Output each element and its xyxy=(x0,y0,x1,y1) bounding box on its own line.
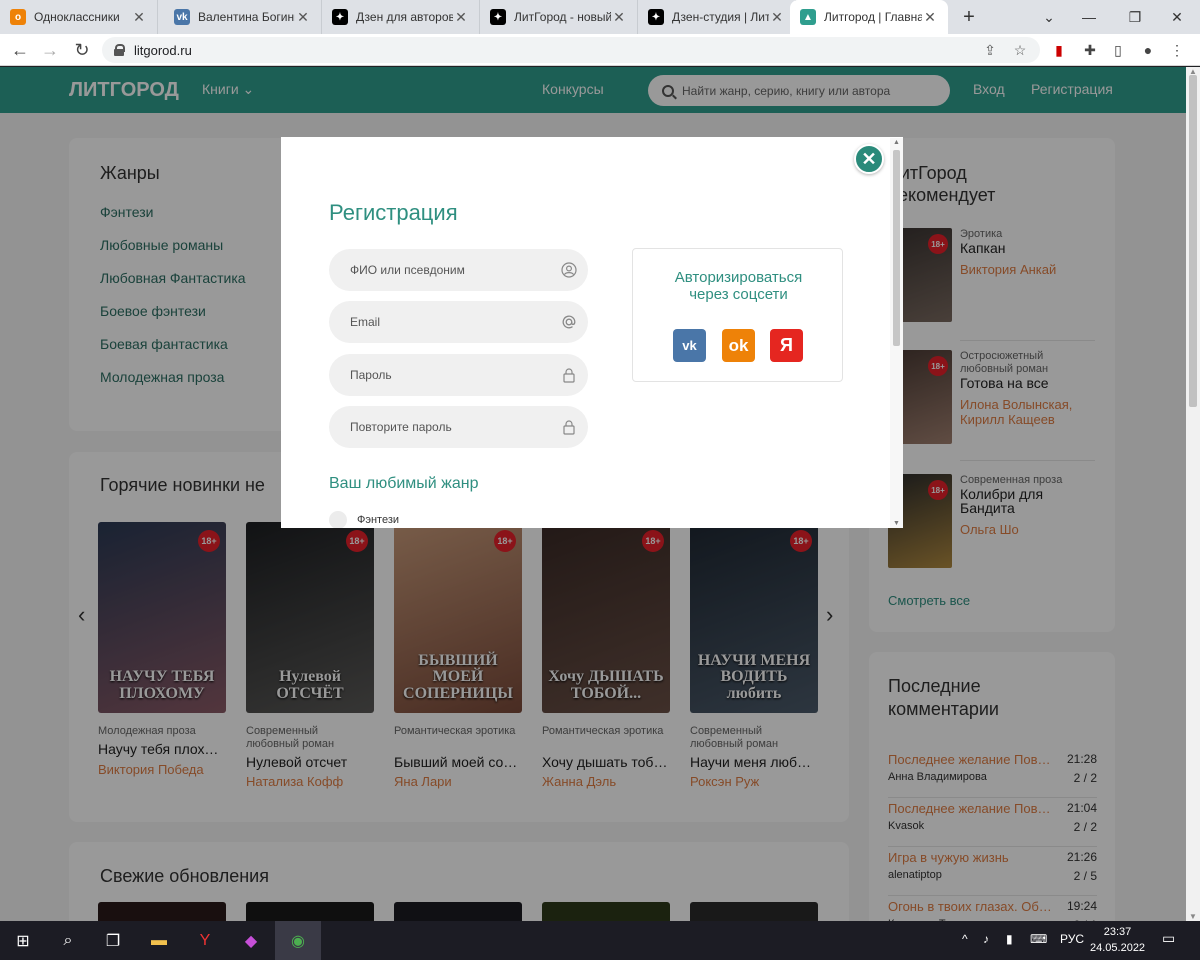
lock-icon xyxy=(563,368,575,383)
reload-icon[interactable]: ↻ xyxy=(69,37,95,63)
yandex-login-button[interactable]: Я xyxy=(770,329,803,362)
odnoklassniki-icon: о xyxy=(10,9,26,25)
windows-taskbar: ⊞ ⌕ ❐ ▬ Y ◆ ◉ ^ ♪ ▮ ⌨ РУС 23:37 24.05.20… xyxy=(0,921,1200,960)
scroll-down-icon[interactable]: ▼ xyxy=(893,520,900,527)
dzen-icon: ✦ xyxy=(490,9,506,25)
app-icon[interactable]: ◆ xyxy=(228,921,274,960)
lock-icon[interactable] xyxy=(114,44,125,56)
browser-menu-icon[interactable]: ⋮ xyxy=(1167,40,1187,60)
browser-tab-title: Дзен для авторов xyxy=(356,10,453,24)
name-input[interactable] xyxy=(350,263,540,277)
profile-avatar-icon[interactable]: ● xyxy=(1138,40,1158,60)
email-field[interactable] xyxy=(329,301,588,343)
clock[interactable]: 23:37 24.05.2022 xyxy=(1090,924,1145,956)
radio-button[interactable] xyxy=(329,511,347,528)
social-login-title: Авторизироваться через соцсети xyxy=(633,269,844,303)
close-tab-icon[interactable]: ✕ xyxy=(922,9,938,26)
modal-scrollbar-thumb[interactable] xyxy=(893,150,900,346)
bookmark-star-icon[interactable]: ☆ xyxy=(1010,40,1030,60)
browser-tab[interactable]: vk Валентина Богини ✕ xyxy=(164,0,322,34)
browser-tab-title: ЛитГород - новый xyxy=(514,10,611,24)
keyboard-icon[interactable]: ⌨ xyxy=(1030,932,1047,946)
lock-icon xyxy=(563,420,575,435)
genre-option-fantasy[interactable]: Фэнтези xyxy=(329,511,399,528)
at-sign-icon xyxy=(562,315,576,329)
close-tab-icon[interactable]: ✕ xyxy=(453,9,469,26)
restore-button[interactable]: ❐ xyxy=(1112,0,1158,34)
browser-tab-strip: о Одноклассники ✕ vk Валентина Богини ✕ ✦ Дзен … xyxy=(0,0,1200,34)
social-login-box: Авторизироваться через соцсети vk ok Я xyxy=(632,248,843,382)
repeat-password-field[interactable] xyxy=(329,406,588,448)
password-input[interactable] xyxy=(350,368,540,382)
browser-tab-title: Валентина Богини xyxy=(198,10,295,24)
litgorod-icon: ▲ xyxy=(800,9,816,25)
scroll-down-icon[interactable]: ▼ xyxy=(1189,912,1197,921)
page-scrollbar[interactable]: ▲ ▼ xyxy=(1186,67,1200,921)
file-explorer-icon[interactable]: ▬ xyxy=(136,921,182,960)
dzen-icon: ✦ xyxy=(648,9,664,25)
browser-tab[interactable]: ✦ ЛитГород - новый ✕ xyxy=(480,0,638,34)
extensions-puzzle-icon[interactable]: ✚ xyxy=(1080,40,1100,60)
scroll-up-icon[interactable]: ▲ xyxy=(893,139,900,146)
close-tab-icon[interactable]: ✕ xyxy=(131,9,147,26)
chrome-icon[interactable]: ◉ xyxy=(275,921,321,960)
repeat-password-input[interactable] xyxy=(350,420,540,434)
close-tab-icon[interactable]: ✕ xyxy=(611,9,627,26)
ok-login-button[interactable]: ok xyxy=(722,329,755,362)
language-indicator[interactable]: РУС xyxy=(1060,932,1084,946)
side-panel-icon[interactable]: ▯ xyxy=(1108,40,1128,60)
back-arrow-icon[interactable]: ← xyxy=(7,37,33,63)
email-input[interactable] xyxy=(350,315,540,329)
volume-icon[interactable]: ♪ xyxy=(983,932,989,946)
minimize-button[interactable]: — xyxy=(1066,0,1112,34)
search-icon[interactable]: ⌕ xyxy=(45,921,91,960)
vk-icon: vk xyxy=(682,338,697,353)
task-view-icon[interactable]: ❐ xyxy=(90,921,136,960)
url-field[interactable]: litgorod.ru ⇪ ☆ xyxy=(102,37,1040,63)
address-bar: ← → ↻ litgorod.ru ⇪ ☆ ▮ ✚ ▯ ● ⋮ xyxy=(0,34,1200,66)
close-icon: ✕ xyxy=(861,148,877,169)
browser-tab-title: Дзен-студия | Лит xyxy=(672,10,769,24)
favorite-genre-title: Ваш любимый жанр xyxy=(329,475,479,492)
odnoklassniki-icon: ok xyxy=(728,335,749,355)
forward-arrow-icon[interactable]: → xyxy=(37,37,63,63)
modal-title: Регистрация xyxy=(329,200,458,225)
browser-tab-title: Одноклассники xyxy=(34,10,120,24)
network-icon[interactable]: ▮ xyxy=(1006,932,1013,946)
windows-start-icon[interactable]: ⊞ xyxy=(0,921,46,960)
vk-icon: vk xyxy=(174,9,190,25)
close-tab-icon[interactable]: ✕ xyxy=(769,9,785,26)
yandex-icon: Я xyxy=(780,335,793,355)
yandex-browser-icon[interactable]: Y xyxy=(182,921,228,960)
share-icon[interactable]: ⇪ xyxy=(980,40,1000,60)
name-field[interactable] xyxy=(329,249,588,291)
browser-tab[interactable]: о Одноклассники ✕ xyxy=(0,0,158,34)
notifications-icon[interactable]: ▭ xyxy=(1162,930,1175,947)
url-text: litgorod.ru xyxy=(134,42,192,58)
modal-close-button[interactable]: ✕ xyxy=(854,144,884,174)
registration-modal: Регистрация Авторизироватьсячерез соцсет… xyxy=(281,137,903,528)
browser-tab[interactable]: ✦ Дзен для авторов ✕ xyxy=(322,0,480,34)
page-scrollbar-thumb[interactable] xyxy=(1189,75,1197,407)
close-tab-icon[interactable]: ✕ xyxy=(295,9,311,26)
clock-date: 24.05.2022 xyxy=(1090,942,1146,954)
browser-tab[interactable]: ✦ Дзен-студия | Лит ✕ xyxy=(638,0,796,34)
browser-tab[interactable]: ▲ Литгород | Главна ✕ xyxy=(790,0,948,34)
social-login-title-line1: Авторизироваться xyxy=(674,269,803,286)
modal-scrollbar[interactable]: ▲ ▼ xyxy=(890,138,903,528)
tray-chevron-up-icon[interactable]: ^ xyxy=(962,932,968,946)
close-window-button[interactable]: ✕ xyxy=(1154,0,1200,34)
vk-login-button[interactable]: vk xyxy=(673,329,706,362)
social-login-title-line2: через соцсети xyxy=(689,286,788,303)
dzen-icon: ✦ xyxy=(332,9,348,25)
browser-tab-title: Литгород | Главна xyxy=(824,10,922,24)
pdf-extension-icon[interactable]: ▮ xyxy=(1049,40,1069,60)
genre-option-label: Фэнтези xyxy=(357,514,400,526)
password-field[interactable] xyxy=(329,354,588,396)
new-tab-button[interactable]: + xyxy=(956,4,982,30)
clock-time: 23:37 xyxy=(1103,926,1132,938)
user-icon xyxy=(561,262,577,278)
